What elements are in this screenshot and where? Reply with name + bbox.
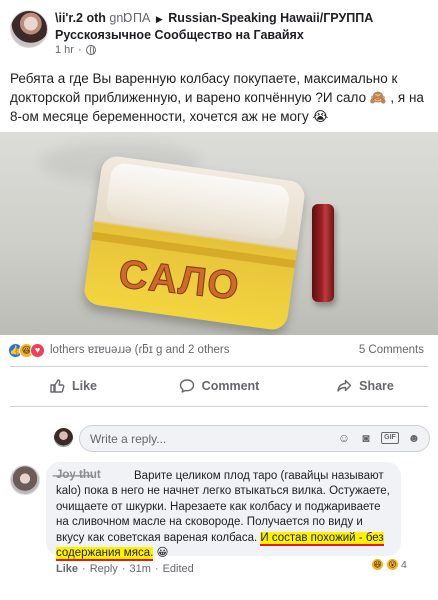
comment-edited: Edited — [162, 563, 194, 575]
post-time[interactable]: 1 hr — [55, 44, 74, 56]
post-header-text: \ii'r.2 oth ɡnⱰПА ▶ Russian-Speaking Haw… — [55, 10, 425, 43]
comment-actions: Like · Reply · 31m · Edited — [56, 563, 194, 575]
share-button[interactable]: Share — [292, 370, 438, 402]
comment-text: Варите целиком плод таро (гавайцы называ… — [56, 469, 391, 562]
comment-time[interactable]: 31m — [129, 563, 150, 575]
post-meta: 1 hr · — [55, 44, 96, 56]
comment-like-link[interactable]: Like — [56, 563, 78, 575]
reactions-summary[interactable]: lothers ɐɪɐuǝɹɹǝ (ɾƃɪ ɡ and 2 others — [50, 344, 230, 356]
composer-avatar — [54, 428, 73, 447]
gif-icon[interactable]: GIF — [381, 432, 399, 444]
comment-bubble: ̶J̶o̶y̶ ̶t̶h̶ut Варите целиком плод таро… — [46, 462, 401, 562]
emoji-icon[interactable]: ☺ — [337, 431, 351, 445]
post-header: \ii'r.2 oth ɡnⱰПА ▶ Russian-Speaking Haw… — [0, 0, 438, 62]
divider — [10, 366, 428, 367]
wow-reaction-icon: 😮 — [386, 558, 399, 571]
composer-tools: ☺ ◙ GIF ☻ — [337, 431, 421, 445]
reply-placeholder: Write a reply... — [90, 432, 167, 446]
reply-composer: Write a reply... ☺ ◙ GIF ☻ — [0, 420, 438, 456]
reply-input[interactable]: Write a reply... ☺ ◙ GIF ☻ — [79, 425, 430, 452]
divider — [10, 406, 428, 407]
comment: ̶J̶o̶y̶ ̶t̶h̶ut Варите целиком плод таро… — [0, 460, 438, 578]
thumbs-up-icon — [50, 379, 65, 393]
comment-actions-separator: · — [82, 563, 86, 575]
speech-bubble-icon — [179, 379, 194, 393]
reactions-bar: 👍 😆 ♥ lothers ɐɪɐuǝɹɹǝ (ɾƃɪ ɡ and 2 othe… — [0, 337, 438, 363]
comment-button[interactable]: Comment — [146, 370, 292, 402]
share-arrow-icon — [337, 379, 352, 392]
camera-icon[interactable]: ◙ — [359, 431, 373, 445]
post-photo[interactable]: CAЛO — [0, 132, 438, 335]
author-avatar[interactable] — [10, 10, 48, 48]
commenter-avatar[interactable] — [10, 465, 40, 495]
triangle-right-icon: ▶ — [155, 14, 163, 24]
like-button[interactable]: Like — [0, 370, 146, 402]
post-actions-bar: Like Comment Share — [0, 370, 438, 402]
comment-button-label: Comment — [201, 379, 260, 393]
haha-reaction-icon: 😆 — [371, 558, 384, 571]
comment-actions-separator: · — [154, 563, 159, 575]
salo-package: CAЛO — [82, 154, 307, 332]
post-text: Ребята а где Вы варенную колбасу покупае… — [10, 71, 424, 124]
comments-count[interactable]: 5 Comments — [359, 344, 424, 356]
comment-reply-link[interactable]: Reply — [90, 563, 118, 575]
lipstick-tube — [312, 204, 334, 302]
comment-reaction-count: 4 — [401, 558, 407, 571]
comment-reactions[interactable]: 😆 😮 4 — [371, 558, 407, 571]
author-name-suffix: ɡnⱰПА — [109, 11, 151, 25]
like-button-label: Like — [71, 379, 97, 393]
love-reaction-icon: ♥ — [30, 343, 45, 358]
sticker-icon[interactable]: ☻ — [407, 431, 421, 445]
globe-icon — [85, 45, 96, 55]
reaction-icons[interactable]: 👍 😆 ♥ — [8, 343, 45, 358]
comment-text-emoji: 😀 — [153, 547, 169, 560]
package-label: CAЛO — [116, 252, 242, 309]
share-button-label: Share — [359, 379, 394, 393]
author-name[interactable]: \ii'r.2 oth — [55, 11, 106, 25]
comment-actions-separator: · — [121, 563, 126, 575]
meta-separator: · — [77, 44, 82, 56]
